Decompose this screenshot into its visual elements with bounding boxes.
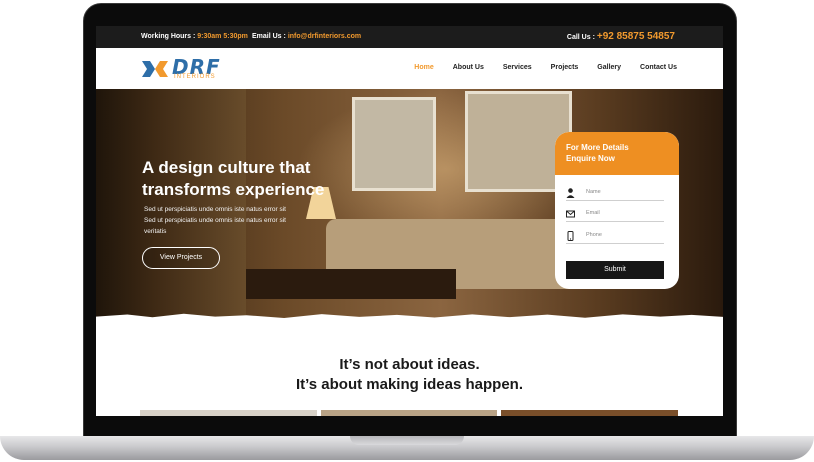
enquiry-title-line2: Enquire Now xyxy=(566,154,615,163)
hero-title-line1: A design culture that xyxy=(142,158,311,177)
tagline-line2: It’s about making ideas happen. xyxy=(296,376,523,393)
enquiry-form: For More Details Enquire Now Name Email … xyxy=(555,132,679,289)
enquiry-header: For More Details Enquire Now xyxy=(555,132,679,175)
wall-art-left xyxy=(352,97,436,191)
navbar: DRF INTERIORS Home About Us Services Pro… xyxy=(96,48,723,89)
tagline: It’s not about ideas. It’s about making … xyxy=(96,355,723,395)
gallery-thumb[interactable] xyxy=(140,410,317,416)
hero-text-line1: Sed ut perspiciatis unde omnis iste natu… xyxy=(144,206,286,213)
coffee-table xyxy=(246,269,456,299)
user-icon xyxy=(566,188,575,198)
hero-title-line2: transforms experience xyxy=(142,180,325,199)
tagline-line1: It’s not about ideas. xyxy=(339,356,480,373)
hours-label: Working Hours : xyxy=(141,33,196,40)
logo-subtitle: INTERIORS xyxy=(174,74,216,80)
gallery-thumb[interactable] xyxy=(501,410,679,416)
nav-item-services[interactable]: Services xyxy=(503,64,532,71)
nav-item-about-us[interactable]: About Us xyxy=(453,64,484,71)
name-placeholder: Name xyxy=(586,189,601,195)
hero-title: A design culture that transforms experie… xyxy=(142,157,362,201)
gallery-strip xyxy=(140,410,679,416)
hero-text: Sed ut perspiciatis unde omnis iste natu… xyxy=(144,204,314,237)
email-placeholder: Email xyxy=(586,210,600,216)
enquiry-title-line1: For More Details xyxy=(566,143,629,152)
phone-link[interactable]: +92 85875 54857 xyxy=(597,31,675,42)
nav-item-contact-us[interactable]: Contact Us xyxy=(640,64,677,71)
gallery-thumb[interactable] xyxy=(320,410,498,416)
call-label: Call Us : xyxy=(566,34,595,41)
phone-field[interactable]: Phone xyxy=(566,230,664,244)
call-info: Call Us : +92 85875 54857 xyxy=(567,31,675,42)
email-field[interactable]: Email xyxy=(566,208,664,222)
laptop-notch xyxy=(350,436,464,445)
email-link[interactable]: info@drfinteriors.com xyxy=(288,33,361,40)
phone-icon xyxy=(567,231,574,241)
email-info: Email Us : info@drfinteriors.com xyxy=(252,33,361,40)
mail-icon xyxy=(566,210,575,218)
email-label: Email Us : xyxy=(252,33,286,40)
laptop-screen: Working Hours : 9:30am 5:30pm Email Us :… xyxy=(96,26,723,416)
nav-item-gallery[interactable]: Gallery xyxy=(597,64,621,71)
hero-text-line2: Sed ut perspiciatis unde omnis iste natu… xyxy=(144,217,286,224)
phone-placeholder: Phone xyxy=(586,232,602,238)
logo-icon xyxy=(142,61,168,77)
main-nav: Home About Us Services Projects Gallery … xyxy=(414,64,677,71)
logo[interactable]: DRF INTERIORS xyxy=(140,55,232,82)
name-field[interactable]: Name xyxy=(566,187,664,201)
view-projects-button[interactable]: View Projects xyxy=(142,247,220,269)
nav-item-home[interactable]: Home xyxy=(414,64,433,71)
hours-value: 9:30am 5:30pm xyxy=(197,33,248,40)
top-bar: Working Hours : 9:30am 5:30pm Email Us :… xyxy=(96,26,723,48)
nav-item-projects[interactable]: Projects xyxy=(551,64,579,71)
submit-button[interactable]: Submit xyxy=(566,261,664,279)
working-hours: Working Hours : 9:30am 5:30pm xyxy=(141,33,248,40)
hero-text-line3: veritatis xyxy=(144,228,167,235)
